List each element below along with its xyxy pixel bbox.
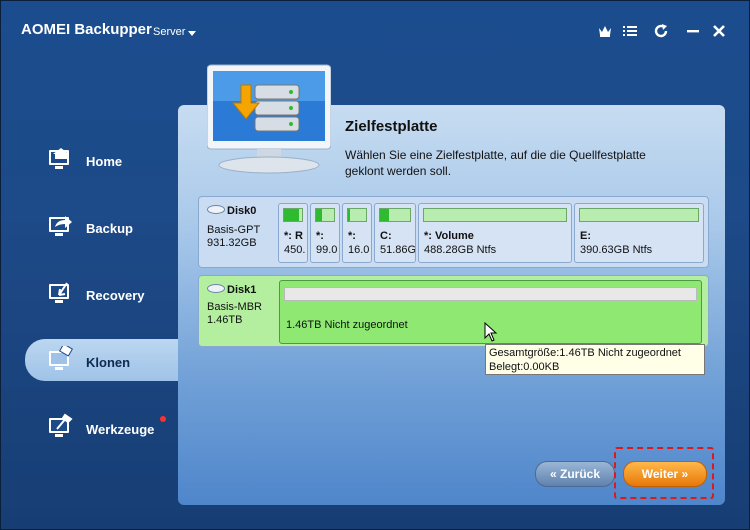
partition[interactable]: *: 99.0 [310, 203, 340, 263]
close-icon[interactable] [709, 21, 729, 41]
partition-label: *: [316, 230, 324, 242]
sidebar-item-label: Klonen [86, 355, 131, 370]
disk-name: Disk0 [227, 205, 257, 217]
backup-icon [47, 212, 77, 244]
edition-dropdown[interactable]: Server [153, 26, 185, 38]
disk-row-disk0[interactable]: Disk0 Basis-GPT 931.32GB *: R 450. *: 99… [198, 196, 709, 268]
highlight-box [614, 447, 714, 499]
partition-label: E: [580, 230, 591, 242]
sidebar-item-recovery[interactable]: Recovery [47, 279, 177, 315]
mouse-cursor-icon [484, 322, 498, 342]
clone-icon [47, 343, 77, 378]
partition-size: 51.86G [380, 244, 416, 256]
home-icon [47, 145, 77, 177]
title-bar: AOMEI Backupper Server [1, 1, 749, 61]
disk-type: Basis-GPT [207, 224, 261, 236]
back-button[interactable]: « Zurück [535, 461, 615, 487]
partition-label: *: Volume [424, 230, 474, 242]
app-window: AOMEI Backupper Server Home Backup Recov… [0, 0, 750, 530]
sidebar-item-werkzeuge[interactable]: Werkzeuge [47, 413, 177, 449]
partition-label: *: R [284, 230, 303, 242]
tools-icon [47, 413, 77, 445]
sidebar-item-home[interactable]: Home [47, 145, 177, 181]
partition[interactable]: E: 390.63GB Ntfs [574, 203, 704, 263]
disk-icon [207, 205, 225, 214]
disk-icon [207, 284, 225, 293]
partition-size: 488.28GB Ntfs [424, 244, 497, 256]
page-title: Zielfestplatte [345, 118, 438, 135]
tooltip-line: Gesamtgröße:1.46TB Nicht zugeordnet [489, 347, 681, 359]
partition[interactable]: *: R 450. [278, 203, 308, 263]
sidebar-item-label: Recovery [86, 288, 145, 303]
disk-clone-monitor-icon [206, 63, 332, 175]
menu-icon[interactable] [620, 21, 640, 41]
disk-size: 1.46TB [207, 314, 243, 326]
disk-type: Basis-MBR [207, 301, 263, 313]
disk-size: 931.32GB [207, 237, 257, 249]
page-description: Wählen Sie eine Zielfestplatte, auf die … [345, 148, 646, 178]
sidebar-item-klonen[interactable]: Klonen [47, 343, 177, 382]
partition[interactable]: *: 16.0 [342, 203, 372, 263]
partition-size: 450. [284, 244, 306, 256]
partition-size: 99.0 [316, 244, 338, 256]
partition-label: C: [380, 230, 392, 242]
tooltip-line: Belegt:0.00KB [489, 361, 560, 373]
chevron-down-icon[interactable] [188, 31, 196, 36]
disk-row-disk1[interactable]: Disk1 Basis-MBR 1.46TB 1.46TB Nicht zuge… [198, 275, 709, 347]
notification-badge [160, 416, 166, 422]
partition-size: 1.46TB Nicht zugeordnet [286, 319, 408, 331]
sidebar-item-label: Werkzeuge [86, 422, 155, 437]
app-title: AOMEI Backupper [21, 21, 152, 38]
crown-icon[interactable] [595, 21, 615, 41]
sidebar-item-label: Backup [86, 221, 133, 236]
disk-name: Disk1 [227, 284, 257, 296]
sidebar-item-backup[interactable]: Backup [47, 212, 177, 248]
usage-bar [284, 287, 697, 301]
sidebar-item-label: Home [86, 154, 123, 169]
partition[interactable]: C: 51.86G [374, 203, 416, 263]
refresh-icon[interactable] [651, 21, 671, 41]
recovery-icon [47, 279, 77, 311]
partition-size: 390.63GB Ntfs [580, 244, 653, 256]
partition[interactable]: *: Volume 488.28GB Ntfs [418, 203, 572, 263]
minimize-icon[interactable] [683, 21, 703, 41]
tooltip: Gesamtgröße:1.46TB Nicht zugeordnet Bele… [485, 344, 705, 375]
partition-size: 16.0 [348, 244, 370, 256]
partition-label: *: [348, 230, 356, 242]
